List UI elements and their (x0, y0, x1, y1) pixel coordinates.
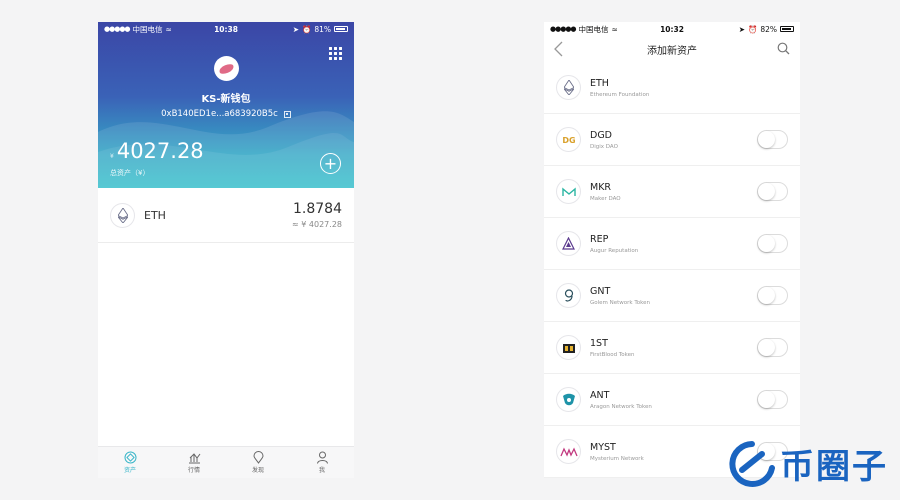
grid-menu-icon[interactable] (329, 47, 342, 60)
wifi-icon: ≈ (611, 24, 618, 34)
token-name: Mysterium Network (590, 455, 644, 462)
watermark-logo-icon (729, 440, 775, 487)
asset-cny-value: ≈ ¥ 4027.28 (292, 220, 342, 229)
tab-market[interactable]: 行情 (174, 451, 214, 474)
asset-row-eth[interactable]: ETH 1.8784 ≈ ¥ 4027.28 (98, 188, 354, 243)
tab-label: 资产 (123, 467, 136, 474)
signal-icon: ●●●●● (104, 25, 131, 33)
nav-bar: 添加新资产 (544, 36, 800, 62)
rep-icon (556, 231, 581, 256)
asset-symbol: ETH (144, 208, 166, 222)
token-name: Maker DAO (590, 195, 621, 202)
gnt-icon (556, 283, 581, 308)
token-row-eth[interactable]: ETH Ethereum Foundation (544, 62, 800, 114)
add-asset-button[interactable]: + (320, 153, 341, 174)
watermark: 币圈子 (728, 439, 888, 488)
token-symbol: ETH (590, 77, 609, 89)
total-balance: 4027.28 (116, 139, 204, 163)
1st-icon (556, 335, 581, 360)
token-row-rep[interactable]: REP Augur Reputation (544, 218, 800, 270)
mkr-icon (556, 179, 581, 204)
tab-me[interactable]: 我 (302, 451, 342, 474)
token-symbol: REP (590, 233, 609, 245)
user-tab-icon (316, 451, 329, 464)
tab-assets[interactable]: 资产 (110, 451, 150, 474)
token-row-gnt[interactable]: GNT Golem Network Token (544, 270, 800, 322)
token-row-1st[interactable]: 1ST FirstBlood Token (544, 322, 800, 374)
wallet-screen: ●●●●● 中国电信 ≈ 10:38 ➤ ⏰ 81% KS-新钱包 0xB140… (98, 22, 354, 478)
tab-label: 发现 (251, 467, 264, 474)
watermark-text: 币圈子 (780, 447, 888, 487)
wallet-avatar-icon (218, 62, 235, 75)
page-title: 添加新资产 (647, 45, 697, 57)
token-symbol: GNT (590, 285, 611, 297)
eth-icon (556, 75, 581, 100)
alarm-icon: ⏰ (747, 24, 758, 34)
battery-percent: 82% (760, 24, 777, 34)
ant-icon (556, 387, 581, 412)
token-row-ant[interactable]: ANT Aragon Network Token (544, 374, 800, 426)
currency-symbol: ¥ (110, 153, 114, 160)
token-toggle[interactable] (757, 182, 788, 201)
asset-cny-amount: ¥ 4027.28 (301, 220, 342, 229)
approx-sign: ≈ (292, 220, 299, 229)
tab-bar: 资产 行情 发现 我 (98, 446, 354, 478)
location-icon: ➤ (738, 24, 745, 34)
wifi-icon: ≈ (165, 24, 172, 34)
wallet-address: 0xB140ED1e...a683920B5c (161, 109, 278, 119)
plus-icon: + (323, 153, 338, 173)
token-toggle[interactable] (757, 338, 788, 357)
location-tab-icon (252, 451, 265, 464)
token-toggle[interactable] (757, 234, 788, 253)
chart-tab-icon (188, 451, 201, 464)
token-name: Golem Network Token (590, 299, 651, 306)
battery-icon (780, 26, 794, 32)
token-name: FirstBlood Token (590, 351, 635, 358)
status-bar: ●●●●● 中国电信 ≈ 10:32 ➤ ⏰ 82% (544, 22, 800, 36)
token-symbol: DGD (590, 129, 612, 141)
token-row-mkr[interactable]: MKR Maker DAO (544, 166, 800, 218)
dgd-icon: DG (556, 127, 581, 152)
wallet-header: ●●●●● 中国电信 ≈ 10:38 ➤ ⏰ 81% KS-新钱包 0xB140… (98, 22, 354, 188)
tab-discover[interactable]: 发现 (238, 451, 278, 474)
qr-code-icon[interactable] (283, 110, 291, 118)
token-symbol: ANT (590, 389, 610, 401)
token-symbol: 1ST (590, 337, 608, 349)
token-symbol: MYST (590, 441, 616, 453)
asset-values: 1.8784 ≈ ¥ 4027.28 (292, 201, 342, 229)
token-name: Ethereum Foundation (590, 91, 650, 98)
add-asset-screen: ●●●●● 中国电信 ≈ 10:32 ➤ ⏰ 82% 添加新资产 ETH Eth… (544, 22, 800, 478)
back-arrow-icon[interactable] (552, 41, 566, 57)
eth-icon (110, 202, 135, 228)
location-icon: ➤ (292, 24, 299, 34)
token-toggle[interactable] (757, 130, 788, 149)
total-assets-label: 总资产（¥） (110, 169, 150, 177)
battery-percent: 81% (314, 24, 331, 34)
balance-row: ¥ 4027.28 (110, 139, 204, 163)
token-name: Augur Reputation (590, 247, 639, 254)
carrier-label: 中国电信 (132, 24, 163, 34)
carrier-label: 中国电信 (578, 24, 609, 34)
token-toggle[interactable] (757, 390, 788, 409)
token-name: Digix DAO (590, 143, 618, 150)
wallet-name: KS-新钱包 (201, 94, 251, 105)
tab-label: 行情 (187, 467, 200, 474)
token-name: Aragon Network Token (590, 403, 652, 410)
token-symbol: MKR (590, 181, 612, 193)
wallet-address-row[interactable]: 0xB140ED1e...a683920B5c (98, 109, 354, 119)
status-bar: ●●●●● 中国电信 ≈ 10:38 ➤ ⏰ 81% (98, 22, 354, 36)
alarm-icon: ⏰ (301, 24, 312, 34)
search-icon[interactable] (777, 42, 790, 55)
signal-icon: ●●●●● (550, 25, 577, 33)
asset-amount: 1.8784 (293, 201, 342, 217)
avatar[interactable] (214, 56, 239, 81)
wallet-tab-icon (124, 451, 137, 464)
token-row-dgd[interactable]: DG DGD Digix DAO (544, 114, 800, 166)
myst-icon (556, 439, 581, 464)
svg-text:DG: DG (562, 136, 575, 145)
token-list: ETH Ethereum Foundation DG DGD Digix DAO… (544, 62, 800, 478)
battery-icon (334, 26, 348, 32)
token-toggle[interactable] (757, 286, 788, 305)
tab-label: 我 (318, 467, 325, 474)
